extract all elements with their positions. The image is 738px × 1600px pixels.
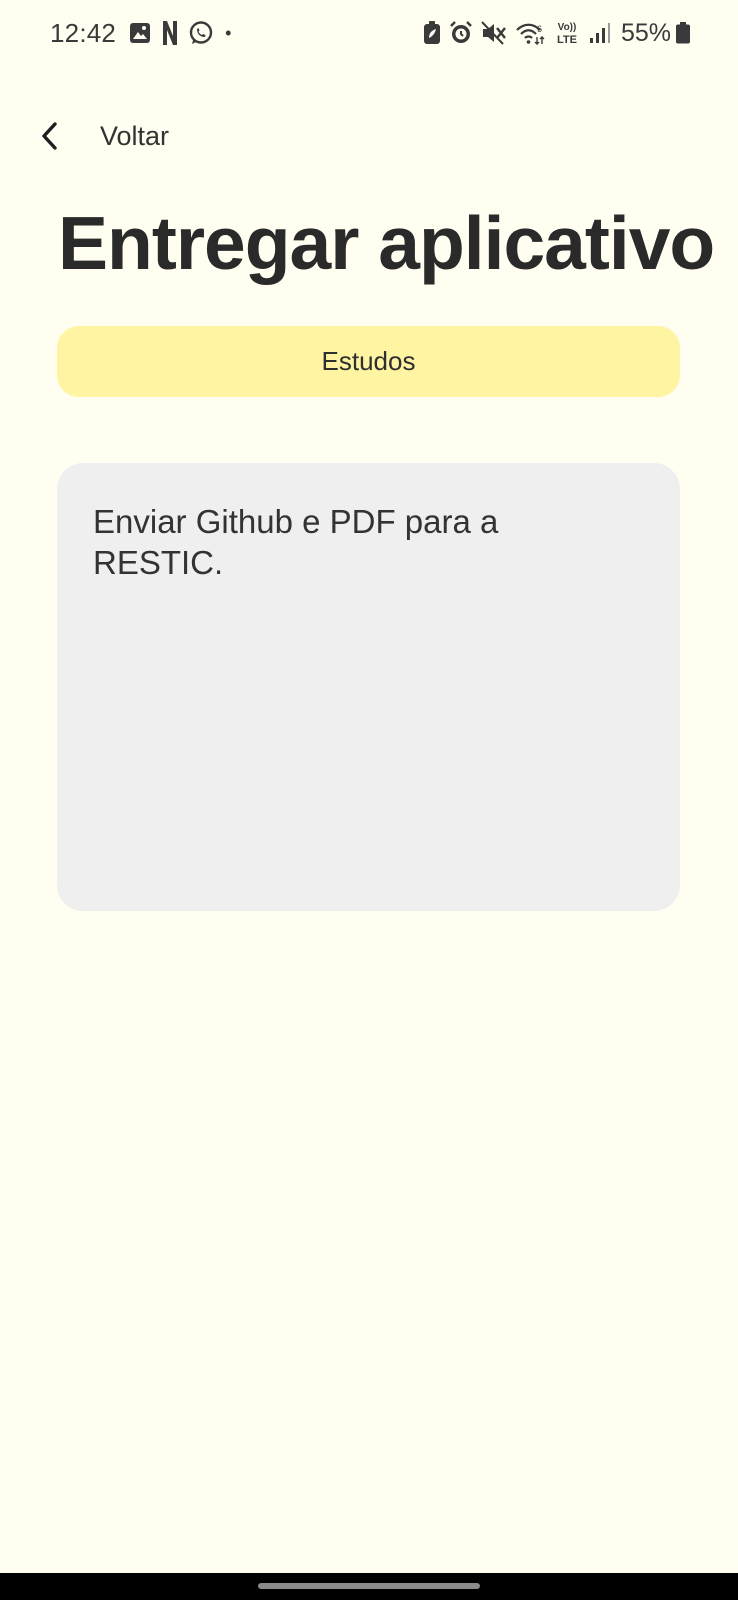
back-arrow-icon[interactable] (36, 121, 62, 151)
description-card: Enviar Github e PDF para a RESTIC. (57, 463, 680, 911)
status-dot: • (225, 22, 232, 43)
top-navigation: Voltar (36, 108, 169, 164)
mute-icon (481, 21, 507, 45)
category-label: Estudos (321, 346, 416, 376)
status-time: 12:42 (50, 17, 117, 48)
svg-text:LTE: LTE (557, 34, 577, 46)
task-title: Entregar aplicativo (58, 201, 715, 285)
navigation-bar (0, 1573, 738, 1600)
whatsapp-icon (188, 20, 214, 46)
status-bar: 12:42 • 6 Vo)) LTE 55% (0, 0, 738, 66)
alarm-icon (449, 21, 473, 45)
gallery-icon (128, 21, 152, 45)
volte-icon: Vo)) LTE (553, 20, 581, 46)
home-gesture-handle[interactable] (258, 1583, 480, 1589)
svg-text:Vo)): Vo)) (558, 22, 577, 33)
signal-icon (589, 22, 611, 44)
task-description: Enviar Github e PDF para a RESTIC. (93, 503, 499, 581)
battery-icon (676, 22, 690, 44)
back-button[interactable]: Voltar (100, 121, 169, 152)
category-badge[interactable]: Estudos (57, 326, 680, 397)
battery-percent: 55% (620, 18, 671, 47)
wifi-icon: 6 (515, 21, 545, 45)
status-right: 6 Vo)) LTE 55% (415, 19, 690, 48)
battery-saver-icon (423, 21, 441, 45)
svg-text:6: 6 (537, 24, 542, 34)
netflix-icon (161, 20, 179, 46)
status-left: 12:42 • (50, 18, 231, 49)
